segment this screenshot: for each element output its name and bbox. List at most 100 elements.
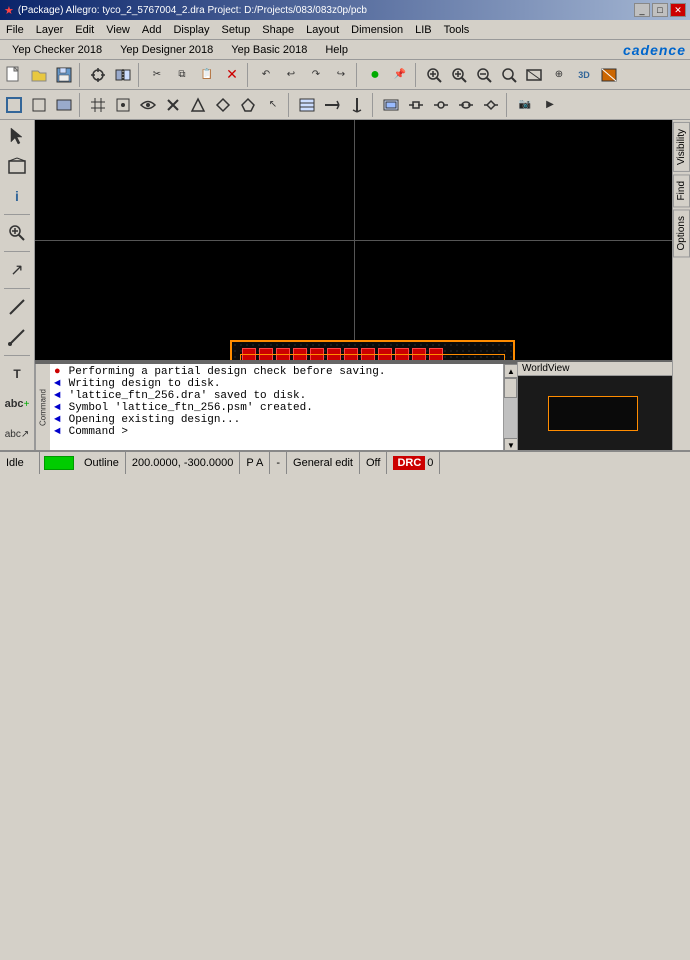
lt-zoom-in[interactable] (3, 219, 31, 247)
dash-text: - (276, 457, 280, 469)
lt-text[interactable]: T (3, 360, 31, 388)
worldview-panel: WorldView (517, 362, 672, 450)
pcb-inner-border (240, 354, 505, 360)
tb2-pad2[interactable] (429, 93, 453, 117)
status-dash: - (270, 452, 287, 474)
menu-edit[interactable]: Edit (69, 20, 100, 39)
stream-button[interactable] (597, 63, 621, 87)
redo2-button[interactable]: ↪ (329, 63, 353, 87)
zoom-in-button[interactable] (447, 63, 471, 87)
options-tab[interactable]: Options (673, 209, 690, 257)
lt-sep-4 (4, 355, 30, 356)
tb2-sel2[interactable] (27, 93, 51, 117)
lt-text3[interactable]: abc↗ (3, 420, 31, 448)
zoom-world-button[interactable] (522, 63, 546, 87)
tb2-sel1[interactable] (2, 93, 26, 117)
maximize-button[interactable]: □ (652, 3, 668, 17)
copy-button[interactable]: ⧉ (170, 63, 194, 87)
tb2-snap[interactable] (111, 93, 135, 117)
menu-add[interactable]: Add (136, 20, 168, 39)
tb2-view3[interactable] (186, 93, 210, 117)
scroll-down-arrow[interactable]: ▼ (504, 438, 517, 450)
console: Command ● Performing a partial design ch… (35, 362, 517, 450)
menu-file[interactable]: File (0, 20, 30, 39)
undo-button[interactable]: ↶ (254, 63, 278, 87)
status-idle: Idle (0, 452, 40, 474)
tb2-view5[interactable] (236, 93, 260, 117)
tb2-stretch2[interactable] (345, 93, 369, 117)
lt-info[interactable]: i (3, 182, 31, 210)
tb2-camera[interactable]: 📷 (513, 93, 537, 117)
menu-setup[interactable]: Setup (216, 20, 257, 39)
tb2-more[interactable]: ▶ (538, 93, 562, 117)
zoom-out-button[interactable] (472, 63, 496, 87)
tb2-sel3[interactable] (52, 93, 76, 117)
delete-button[interactable]: ✕ (220, 63, 244, 87)
tb2-view2[interactable] (161, 93, 185, 117)
redo-button[interactable]: ↷ (304, 63, 328, 87)
ok-button[interactable]: ● (363, 63, 387, 87)
console-label: Command (35, 364, 50, 450)
status-drc: DRC 0 (387, 452, 440, 474)
canvas-container[interactable] (35, 120, 672, 360)
menu-layer[interactable]: Layer (30, 20, 70, 39)
console-text-4: Symbol 'lattice_ftn_256.psm' created. (69, 402, 313, 414)
zoom-prev-button[interactable] (497, 63, 521, 87)
zoom3d-button[interactable]: 3D (572, 63, 596, 87)
tb2-layers[interactable] (295, 93, 319, 117)
tb2-view1[interactable] (136, 93, 160, 117)
scroll-track (504, 378, 517, 438)
menu-layout[interactable]: Layout (300, 20, 345, 39)
pan-button[interactable]: ⊕ (547, 63, 571, 87)
minimize-button[interactable]: _ (634, 3, 650, 17)
lt-arrow[interactable]: ↗ (3, 256, 31, 284)
lt-text2[interactable]: abc + (3, 390, 31, 418)
find-tab[interactable]: Find (673, 174, 690, 207)
yep-basic[interactable]: Yep Basic 2018 (223, 42, 315, 58)
menu-view[interactable]: View (100, 20, 136, 39)
lt-select[interactable] (3, 122, 31, 150)
yep-checker[interactable]: Yep Checker 2018 (4, 42, 110, 58)
tb2-pad1[interactable] (404, 93, 428, 117)
menu-display[interactable]: Display (167, 20, 215, 39)
general-edit-text: General edit (293, 457, 353, 469)
scroll-up-arrow[interactable]: ▲ (504, 364, 517, 378)
toolbar-sep-3 (247, 63, 251, 87)
save-button[interactable] (52, 63, 76, 87)
lt-line2[interactable] (3, 323, 31, 351)
console-line-6: ◄ Command > (54, 426, 499, 438)
lt-select2[interactable] (3, 152, 31, 180)
menu-tools[interactable]: Tools (438, 20, 476, 39)
flip-button[interactable] (111, 63, 135, 87)
tb2-grid[interactable] (86, 93, 110, 117)
tb2-layers2[interactable] (379, 93, 403, 117)
status-coords: 200.0000, -300.0000 (126, 452, 241, 474)
menu-lib[interactable]: LIB (409, 20, 438, 39)
visibility-tab[interactable]: Visibility (673, 122, 690, 172)
console-output[interactable]: ● Performing a partial design check befo… (50, 364, 503, 450)
paste-button[interactable]: 📋 (195, 63, 219, 87)
snap-button[interactable] (86, 63, 110, 87)
cut-button[interactable]: ✂ (145, 63, 169, 87)
yep-designer[interactable]: Yep Designer 2018 (112, 42, 221, 58)
yep-help[interactable]: Help (317, 42, 356, 58)
menu-shape[interactable]: Shape (256, 20, 300, 39)
console-text-6: Command > (69, 426, 128, 438)
tb2-view4[interactable] (211, 93, 235, 117)
open-button[interactable] (27, 63, 51, 87)
tb2-stretch[interactable] (320, 93, 344, 117)
lt-line[interactable] (3, 293, 31, 321)
new-button[interactable] (2, 63, 26, 87)
pin-button[interactable]: 📌 (388, 63, 412, 87)
menu-dimension[interactable]: Dimension (345, 20, 409, 39)
tb2-pad3[interactable] (454, 93, 478, 117)
zoom-fit-button[interactable] (422, 63, 446, 87)
undo2-button[interactable]: ↩ (279, 63, 303, 87)
tb2-arrow[interactable]: ↖ (261, 93, 285, 117)
close-button[interactable]: ✕ (670, 3, 686, 17)
lt-sep-3 (4, 288, 30, 289)
tb2-pad4[interactable] (479, 93, 503, 117)
cadence-logo: cadence (623, 42, 686, 58)
scroll-thumb[interactable] (504, 378, 517, 398)
console-scrollbar[interactable]: ▲ ▼ (503, 364, 517, 450)
